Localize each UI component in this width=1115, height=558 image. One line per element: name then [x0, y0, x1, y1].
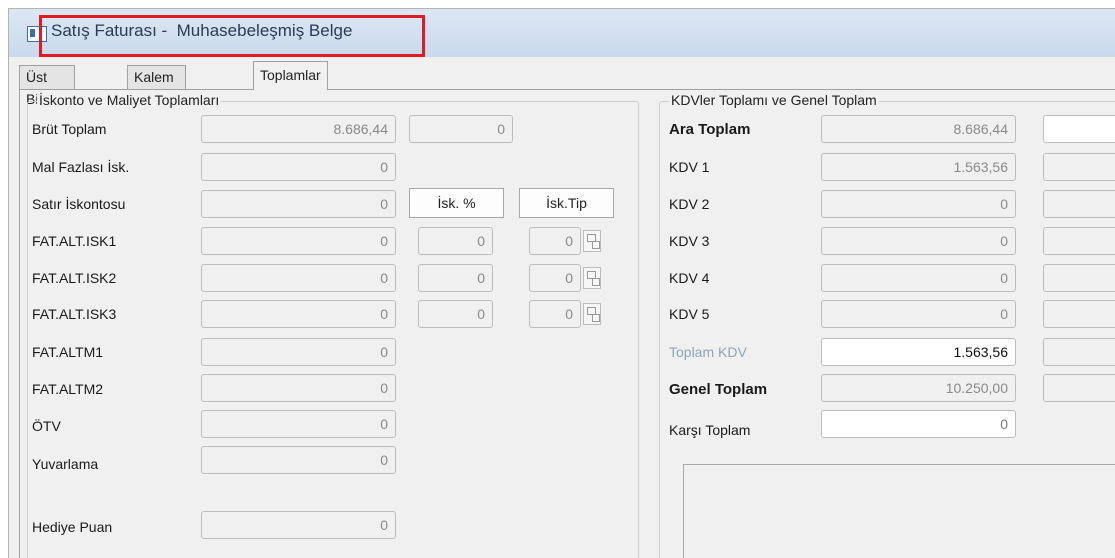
kdv1-field[interactable]: 1.563,56: [821, 153, 1016, 181]
kdv2-label: KDV 2: [669, 196, 710, 212]
discount-cost-group-title: İskonto ve Maliyet Toplamları: [37, 92, 222, 108]
lookup-icon[interactable]: [583, 230, 601, 252]
kdv4-label: KDV 4: [669, 270, 710, 286]
karsi-toplam-field[interactable]: 0: [821, 410, 1016, 438]
otv-field[interactable]: 0: [201, 410, 396, 438]
genel-toplam-label: Genel Toplam: [669, 381, 768, 398]
tab-ust-bilgiler[interactable]: Üst Bilgiler: [19, 65, 76, 107]
kdv1-side-field[interactable]: [1043, 153, 1115, 181]
satir-iskontosu-field[interactable]: 0: [201, 190, 396, 218]
brut-toplam-field[interactable]: 8.686,44: [201, 115, 396, 143]
satir-iskontosu-label: Satır İskontosu: [32, 196, 126, 212]
fat-altm2-field[interactable]: 0: [201, 374, 396, 402]
fat-alt-isk1-label: FAT.ALT.ISK1: [32, 233, 117, 249]
fat-altm1-field[interactable]: 0: [201, 338, 396, 366]
isk-percent-header[interactable]: İsk. %: [409, 188, 504, 218]
kdv2-field[interactable]: 0: [821, 190, 1016, 218]
notes-panel: [683, 464, 1115, 558]
kdv3-side-field[interactable]: [1043, 227, 1115, 255]
kdv3-field[interactable]: 0: [821, 227, 1016, 255]
toplam-kdv-field[interactable]: 1.563,56: [821, 338, 1016, 366]
brut-toplam-extra-field[interactable]: 0: [409, 115, 513, 143]
fat-alt-isk3-type-field[interactable]: 0: [529, 300, 581, 328]
brut-toplam-label: Brüt Toplam: [32, 121, 107, 137]
fat-alt-isk3-label: FAT.ALT.ISK3: [32, 306, 117, 322]
karsi-toplam-label: Karşı Toplam: [669, 422, 751, 438]
kdv3-label: KDV 3: [669, 233, 710, 249]
lookup-icon[interactable]: [583, 267, 601, 289]
toplam-kdv-label: Toplam KDV: [669, 344, 747, 360]
fat-alt-isk2-type-field[interactable]: 0: [529, 264, 581, 292]
fat-alt-isk3-field[interactable]: 0: [201, 300, 396, 328]
fat-alt-isk1-field[interactable]: 0: [201, 227, 396, 255]
hediye-puan-field[interactable]: 0: [201, 511, 396, 539]
hediye-puan-label: Hediye Puan: [32, 519, 113, 535]
fat-altm1-label: FAT.ALTM1: [32, 344, 104, 360]
kdv5-side-field[interactable]: [1043, 300, 1115, 328]
title-highlight-box: [39, 15, 425, 57]
fat-alt-isk2-percent-field[interactable]: 0: [418, 264, 493, 292]
mal-fazlasi-label: Mal Fazlası İsk.: [32, 159, 130, 175]
fat-alt-isk2-label: FAT.ALT.ISK2: [32, 270, 117, 286]
lookup-icon[interactable]: [583, 303, 601, 325]
mal-fazlasi-field[interactable]: 0: [201, 153, 396, 181]
tab-toplamlar[interactable]: Toplamlar: [253, 61, 328, 90]
invoice-window: Satış Faturası - Muhasebeleşmiş Belge Üs…: [8, 8, 1115, 558]
fat-alt-isk2-field[interactable]: 0: [201, 264, 396, 292]
ara-toplam-side-field[interactable]: [1043, 115, 1115, 143]
kdv4-field[interactable]: 0: [821, 264, 1016, 292]
kdv5-field[interactable]: 0: [821, 300, 1016, 328]
fat-alt-isk1-percent-field[interactable]: 0: [418, 227, 493, 255]
kdv1-label: KDV 1: [669, 159, 710, 175]
ara-toplam-label: Ara Toplam: [669, 121, 751, 138]
kdv4-side-field[interactable]: [1043, 264, 1115, 292]
tab-kalem-bilgileri[interactable]: Kalem Bilgileri: [127, 65, 187, 107]
fat-alt-isk1-type-field[interactable]: 0: [529, 227, 581, 255]
ara-toplam-field[interactable]: 8.686,44: [821, 115, 1016, 143]
kdv5-label: KDV 5: [669, 306, 710, 322]
genel-toplam-field[interactable]: 10.250,00: [821, 374, 1016, 402]
fat-altm2-label: FAT.ALTM2: [32, 381, 104, 397]
yuvarlama-field[interactable]: 0: [201, 446, 396, 474]
isk-type-header[interactable]: İsk.Tip: [519, 188, 614, 218]
title-bar: Satış Faturası - Muhasebeleşmiş Belge: [9, 9, 1115, 57]
otv-label: ÖTV: [32, 418, 61, 434]
yuvarlama-label: Yuvarlama: [32, 456, 99, 472]
toplam-kdv-side-field[interactable]: [1043, 338, 1115, 366]
fat-alt-isk3-percent-field[interactable]: 0: [418, 300, 493, 328]
genel-toplam-side-field[interactable]: [1043, 374, 1115, 402]
vat-total-group-title: KDVler Toplamı ve Genel Toplam: [669, 92, 879, 108]
kdv2-side-field[interactable]: [1043, 190, 1115, 218]
